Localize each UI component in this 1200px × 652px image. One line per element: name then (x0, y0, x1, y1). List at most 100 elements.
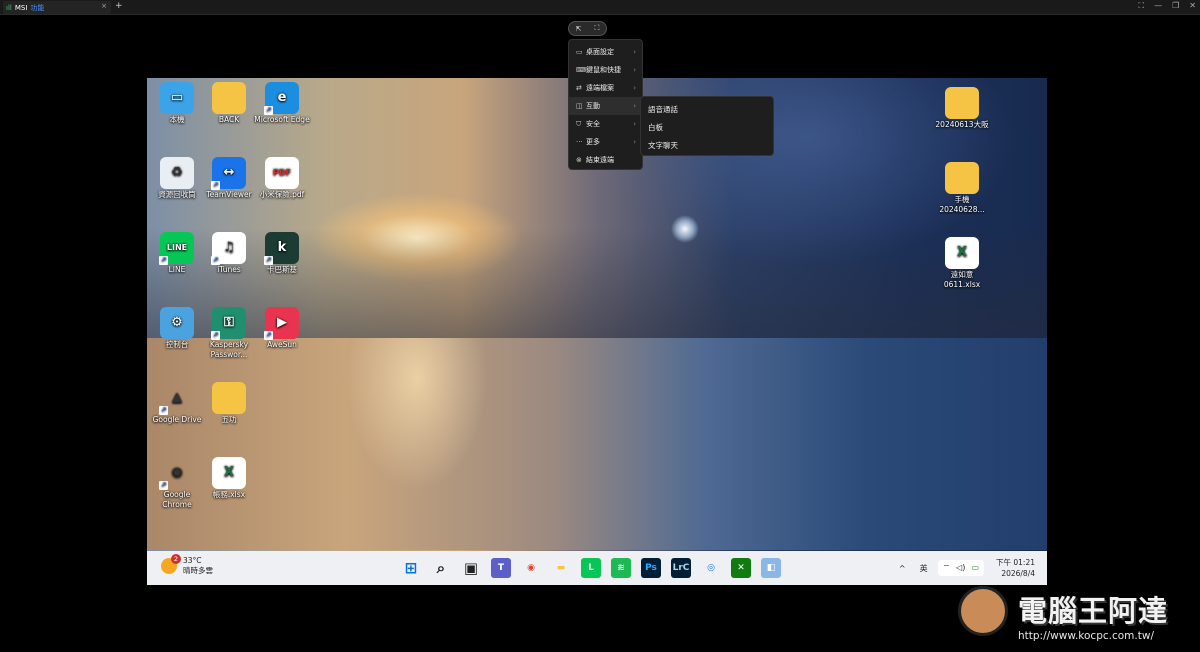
chevron-right-icon: › (633, 138, 636, 146)
watermark: 電腦王阿達 http://www.kocpc.com.tw/ (952, 582, 1197, 652)
chevron-right-icon: › (633, 66, 636, 74)
quick-settings[interactable]: ⌔ ◁) ▭ (937, 560, 984, 576)
icon-glyph: PDF (273, 168, 291, 177)
session-tab[interactable]: ıll MSI 功能 × (3, 1, 111, 14)
app-icon: X (945, 237, 979, 269)
fullscreen-icon[interactable]: ⛶ (1139, 1, 1145, 11)
taskbar-start-icon[interactable]: ⊞ (401, 558, 421, 578)
desktop-icon[interactable]: ▲ ↗ Google Drive (149, 382, 205, 425)
app-icon: ♻ (160, 157, 194, 189)
icon-glyph: k (277, 240, 287, 255)
close-window-icon[interactable]: ✕ (1189, 1, 1196, 11)
desktop-icon[interactable]: ◉ ↗ Google Chrome (149, 457, 205, 510)
app-icon: ▶ ↗ (264, 307, 299, 340)
menu-item-voice-call[interactable]: 語音通話 (641, 100, 773, 118)
icon-glyph: e (277, 90, 287, 105)
menu-item-desktop-settings[interactable]: ▭ 桌面設定 › (569, 43, 642, 61)
menu-item-interaction[interactable]: ◫ 互動 › (569, 97, 642, 115)
app-icon (945, 87, 979, 119)
chevron-right-icon: › (633, 120, 636, 128)
taskbar-app-icon[interactable]: ◧ (761, 558, 781, 578)
minimize-icon[interactable]: — (1154, 1, 1162, 11)
shortcut-arrow-icon: ↗ (264, 331, 273, 340)
desktop-icon[interactable]: ▶ ↗ AweSun (254, 307, 310, 350)
new-tab-button[interactable]: + (115, 1, 123, 11)
menu-item-keyboard-mouse[interactable]: ⌨ 鍵鼠和快捷 › (569, 61, 642, 79)
chevron-up-icon[interactable]: ^ (899, 564, 906, 573)
desktop-icon[interactable]: k ↗ 卡巴斯基 (254, 232, 310, 275)
desktop-icon[interactable]: X 帳務.xlsx (201, 457, 257, 500)
menu-item-label: 結束遠端 (586, 156, 614, 164)
shortcut-arrow-icon: ↗ (264, 106, 273, 115)
taskbar-explorer-icon[interactable]: ▬ (551, 558, 571, 578)
desktop-icon-label: 遠如意 0611.xlsx (943, 270, 981, 289)
desktop-icon[interactable]: ▭ 本機 (149, 82, 205, 125)
restore-icon[interactable]: ❐ (1172, 1, 1179, 11)
taskbar-chrome-beta-icon[interactable]: ◎ (701, 558, 721, 578)
taskbar-chrome-icon[interactable]: ◉ (521, 558, 541, 578)
desktop-icon[interactable]: 手機 20240628... (934, 162, 990, 215)
menu-item-end-session[interactable]: ⊗ 結束遠端 (569, 151, 642, 169)
watermark-title: 電腦王阿達 (1018, 594, 1169, 628)
desktop-icon-label: 卡巴斯基 (267, 265, 297, 274)
clock[interactable]: 下午 01:21 2026/8/4 (996, 557, 1047, 579)
desktop-icon-label: 控制台 (165, 340, 189, 349)
icon-glyph: ⚙ (171, 315, 183, 330)
app-icon: k ↗ (264, 232, 299, 265)
icon-glyph: ⚿ (224, 315, 234, 330)
desktop-icon[interactable]: PDF 小米保險.pdf (254, 157, 310, 200)
desktop-icon-label: Google Drive (152, 415, 202, 424)
fullscreen-toggle-icon[interactable]: ⛶ (595, 24, 600, 33)
app-icon (212, 382, 246, 414)
desktop-icon[interactable]: ↔ ↗ TeamViewer (201, 157, 257, 200)
app-icon: ⚿ ↗ (211, 307, 246, 340)
menu-item-security[interactable]: ⛉ 安全 › (569, 115, 642, 133)
menu-item-more[interactable]: ··· 更多 › (569, 133, 642, 151)
taskbar-teams-icon[interactable]: T (491, 558, 511, 578)
weather-widget[interactable]: 2 33°C 晴時多雲 (161, 554, 213, 576)
ime-indicator[interactable]: 英 (920, 563, 928, 574)
icon-glyph: X (223, 465, 235, 480)
desktop-icon-label: BACK (218, 115, 240, 124)
desktop-icon[interactable]: e ↗ Microsoft Edge (254, 82, 310, 125)
mascot-logo (958, 586, 1008, 636)
taskbar-apps: ⊞ ⌕ ▣ T ◉ ▬ L ≋ Ps LrC ◎ ✕ ◧ (401, 558, 781, 578)
taskbar-taskview-icon[interactable]: ▣ (461, 558, 481, 578)
desktop-icon[interactable]: 20240613大阪 (934, 87, 990, 130)
desktop-icon[interactable]: LINE ↗ LINE (149, 232, 205, 275)
menu-item-remote-files[interactable]: ⇄ 遠端檔案 › (569, 79, 642, 97)
shield-icon: ⛉ (576, 119, 582, 128)
desktop-icon[interactable]: 五功 (201, 382, 257, 425)
desktop-icon[interactable]: ♻ 資源回收筒 (149, 157, 205, 200)
chat-icon: ◫ (576, 102, 583, 110)
desktop-icon[interactable]: ♫ ↗ iTunes (201, 232, 257, 275)
pointer-icon[interactable]: ⇱ (576, 25, 582, 33)
remote-toolbar: ⇱ ⛶ (568, 21, 607, 36)
taskbar-lightroom-icon[interactable]: LrC (671, 558, 691, 578)
volume-icon: ◁) (956, 563, 966, 572)
app-icon: ◉ ↗ (159, 457, 194, 490)
desktop-icon-label: Microsoft Edge (254, 115, 310, 124)
app-icon: ↔ ↗ (211, 157, 246, 190)
taskbar-search-icon[interactable]: ⌕ (431, 558, 451, 578)
taskbar-spotify-icon[interactable]: ≋ (611, 558, 631, 578)
desktop-icon[interactable]: X 遠如意 0611.xlsx (934, 237, 990, 290)
watermark-url: http://www.kocpc.com.tw/ (1018, 630, 1154, 642)
desktop-icon-label: iTunes (217, 265, 241, 274)
more-icon: ··· (576, 138, 583, 146)
menu-item-whiteboard[interactable]: 白板 (641, 118, 773, 136)
taskbar-line-icon[interactable]: L (581, 558, 601, 578)
menu-item-text-chat[interactable]: 文字聊天 (641, 136, 773, 154)
desktop-icon-label: 20240613大阪 (935, 120, 989, 129)
close-tab-icon[interactable]: × (101, 2, 107, 10)
shortcut-arrow-icon: ↗ (211, 181, 220, 190)
shortcut-arrow-icon: ↗ (211, 256, 220, 265)
desktop-icon[interactable]: BACK (201, 82, 257, 125)
app-icon: ♫ ↗ (211, 232, 246, 265)
taskbar-photoshop-icon[interactable]: Ps (641, 558, 661, 578)
taskbar-xbox-icon[interactable]: ✕ (731, 558, 751, 578)
transfer-icon: ⇄ (576, 84, 582, 92)
desktop-icon[interactable]: ⚿ ↗ Kaspersky Passwor... (201, 307, 257, 360)
desktop-icon[interactable]: ⚙ 控制台 (149, 307, 205, 350)
desktop-icon-label: 帳務.xlsx (212, 490, 246, 499)
